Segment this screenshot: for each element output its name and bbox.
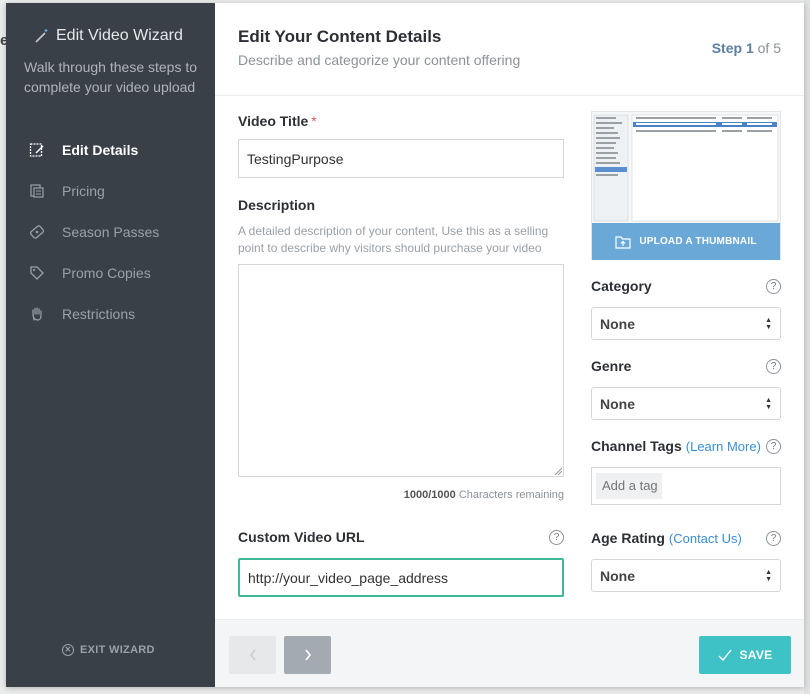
page-subtitle: Describe and categorize your content off… xyxy=(238,52,521,68)
genre-select[interactable]: None ▲ ▼ xyxy=(591,387,781,420)
category-help-icon[interactable]: ? xyxy=(766,279,781,294)
genre-value: None xyxy=(600,395,635,412)
age-rating-help-icon[interactable]: ? xyxy=(766,531,781,546)
nav-item-restrictions[interactable]: Restrictions xyxy=(6,293,215,334)
nav-label-edit-details: Edit Details xyxy=(62,141,139,158)
description-textarea[interactable] xyxy=(238,264,564,477)
step-current: 1 xyxy=(745,40,754,56)
next-step-button[interactable] xyxy=(284,636,331,674)
upload-thumbnail-button[interactable]: UPLOAD A THUMBNAIL xyxy=(592,223,780,260)
hand-icon xyxy=(28,305,46,323)
nav-label-season-passes: Season Passes xyxy=(62,223,160,240)
genre-help-icon[interactable]: ? xyxy=(766,359,781,374)
description-label: Description xyxy=(238,197,316,213)
step-indicator: Step 1 of 5 xyxy=(712,40,781,56)
nav-item-season-passes[interactable]: Season Passes xyxy=(6,211,215,252)
video-title-label: Video Title * xyxy=(238,113,317,129)
channel-tags-help-icon[interactable]: ? xyxy=(766,439,781,454)
wizard-sidebar: Edit Video Wizard Walk through these ste… xyxy=(6,3,215,687)
close-icon: ✕ xyxy=(62,644,74,656)
wizard-modal: Edit Video Wizard Walk through these ste… xyxy=(6,3,804,687)
video-title-label-text: Video Title xyxy=(238,113,309,129)
custom-url-label: Custom Video URL xyxy=(238,529,365,545)
select-arrows-icon: ▲ ▼ xyxy=(765,568,772,583)
pricing-icon xyxy=(28,182,46,200)
chars-suffix: Characters remaining xyxy=(458,489,564,501)
custom-url-input[interactable] xyxy=(238,558,564,597)
wizard-nav: Edit Details Pricing Season Passes Promo… xyxy=(6,129,215,334)
save-button[interactable]: SAVE xyxy=(699,636,791,674)
channel-tags-label: Channel Tags (Learn More) xyxy=(591,438,761,454)
thumbnail-panel: UPLOAD A THUMBNAIL xyxy=(591,111,781,260)
nav-item-edit-details[interactable]: Edit Details xyxy=(6,129,215,170)
description-hint: A detailed description of your content, … xyxy=(238,224,549,255)
nav-label-restrictions: Restrictions xyxy=(62,305,136,322)
characters-remaining: 1000/1000 Characters remaining xyxy=(238,489,564,501)
exit-wizard-label: EXIT WIZARD xyxy=(80,644,155,656)
genre-label: Genre xyxy=(591,358,632,374)
season-pass-icon xyxy=(28,223,46,241)
age-rating-value: None xyxy=(600,567,635,584)
select-arrows-icon: ▲ ▼ xyxy=(765,316,772,331)
step-suffix: of 5 xyxy=(757,40,781,56)
backdrop-edge xyxy=(804,0,810,694)
exit-wizard-button[interactable]: ✕ EXIT WIZARD xyxy=(62,644,155,656)
upload-thumbnail-label: UPLOAD A THUMBNAIL xyxy=(639,236,757,247)
chevron-left-icon xyxy=(249,649,256,661)
nav-label-pricing: Pricing xyxy=(62,182,105,199)
age-rating-select[interactable]: None ▲ ▼ xyxy=(591,559,781,592)
save-label: SAVE xyxy=(739,648,773,662)
edit-details-icon xyxy=(28,141,46,159)
wizard-footer: SAVE xyxy=(215,619,804,687)
channel-tags-label-text: Channel Tags xyxy=(591,438,682,454)
chevron-right-icon xyxy=(304,649,311,661)
step-prefix: Step xyxy=(711,40,743,56)
promo-tag-icon xyxy=(28,264,46,282)
content-header: Edit Your Content Details Describe and c… xyxy=(215,3,804,96)
chars-count: 1000/1000 xyxy=(403,489,456,501)
category-label: Category xyxy=(591,278,652,294)
wizard-subtitle: Walk through these steps to complete you… xyxy=(24,59,198,95)
nav-item-promo-copies[interactable]: Promo Copies xyxy=(6,252,215,293)
contact-us-link[interactable]: (Contact Us) xyxy=(669,531,742,546)
thumbnail-preview xyxy=(592,112,780,223)
add-tag-input[interactable] xyxy=(596,473,662,499)
category-value: None xyxy=(600,315,635,332)
thumbnail-preview-image xyxy=(592,112,780,223)
video-title-input[interactable] xyxy=(238,139,564,178)
page-title: Edit Your Content Details xyxy=(238,27,442,46)
wizard-title-text: Edit Video Wizard xyxy=(56,27,183,44)
select-arrows-icon: ▲ ▼ xyxy=(765,396,772,411)
required-marker: * xyxy=(311,113,317,129)
custom-url-help-icon[interactable]: ? xyxy=(549,530,564,545)
age-rating-label: Age Rating (Contact Us) xyxy=(591,530,742,546)
nav-item-pricing[interactable]: Pricing xyxy=(6,170,215,211)
resize-grip-icon[interactable] xyxy=(554,467,562,475)
nav-label-promo-copies: Promo Copies xyxy=(62,264,151,281)
category-select[interactable]: None ▲ ▼ xyxy=(591,307,781,340)
age-rating-label-text: Age Rating xyxy=(591,530,665,546)
wizard-title: Edit Video Wizard xyxy=(34,27,183,45)
learn-more-link[interactable]: (Learn More) xyxy=(686,439,761,454)
checkmark-icon xyxy=(718,649,732,661)
folder-upload-icon xyxy=(615,235,631,249)
previous-step-button[interactable] xyxy=(229,636,276,674)
channel-tags-box[interactable] xyxy=(591,467,781,505)
magic-wand-icon xyxy=(35,29,48,43)
